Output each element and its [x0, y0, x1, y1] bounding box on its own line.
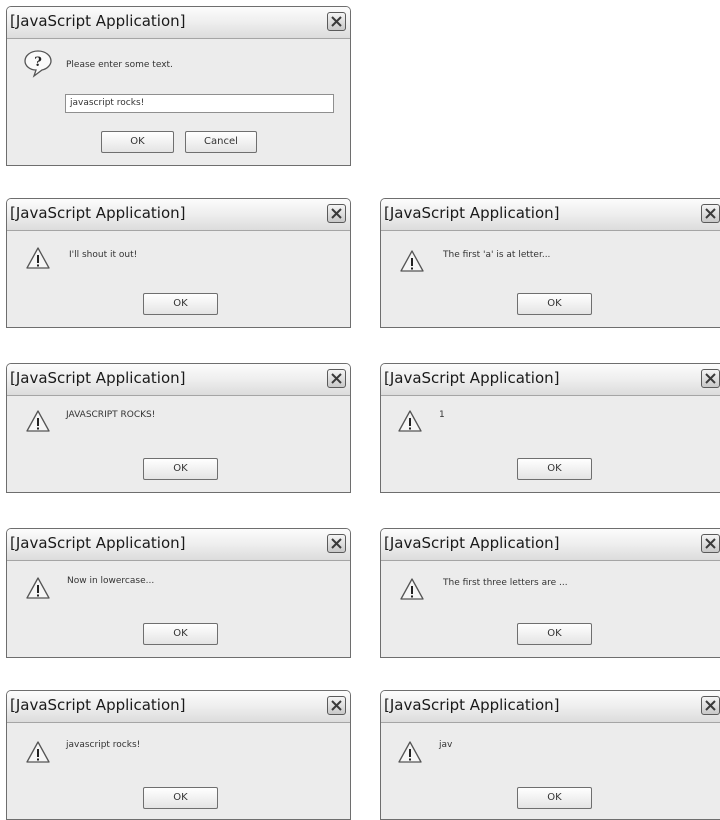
- close-button[interactable]: [701, 534, 720, 553]
- ok-button[interactable]: OK: [517, 623, 592, 645]
- question-speech-bubble-icon: ?: [24, 50, 52, 78]
- alert-message: The first 'a' is at letter...: [443, 250, 551, 260]
- dialog-titlebar[interactable]: [JavaScript Application]: [7, 691, 350, 723]
- warning-icon: [398, 741, 422, 763]
- prompt-dialog: [JavaScript Application] ? Please enter …: [6, 6, 351, 166]
- ok-button[interactable]: OK: [143, 458, 218, 480]
- dialog-title: [JavaScript Application]: [10, 12, 186, 30]
- dialog-title: [JavaScript Application]: [10, 204, 186, 222]
- dialog-titlebar[interactable]: [JavaScript Application]: [381, 364, 720, 396]
- warning-icon: [26, 410, 50, 432]
- dialog-title: [JavaScript Application]: [384, 204, 560, 222]
- close-icon: [331, 373, 342, 384]
- prompt-text-input[interactable]: javascript rocks!: [65, 94, 334, 113]
- close-button[interactable]: [327, 369, 346, 388]
- ok-button[interactable]: OK: [143, 623, 218, 645]
- ok-button[interactable]: OK: [517, 458, 592, 480]
- alert-dialog: [JavaScript Application] The first 'a' i…: [380, 198, 720, 328]
- svg-text:?: ?: [34, 55, 42, 70]
- alert-dialog: [JavaScript Application] Now in lowercas…: [6, 528, 351, 658]
- close-icon: [331, 700, 342, 711]
- alert-dialog: [JavaScript Application] I'll shout it o…: [6, 198, 351, 328]
- close-button[interactable]: [701, 204, 720, 223]
- alert-dialog: [JavaScript Application] JAVASCRIPT ROCK…: [6, 363, 351, 493]
- close-icon: [705, 700, 716, 711]
- dialog-title: [JavaScript Application]: [384, 696, 560, 714]
- close-icon: [705, 538, 716, 549]
- dialog-titlebar[interactable]: [JavaScript Application]: [381, 691, 720, 723]
- ok-button[interactable]: OK: [143, 293, 218, 315]
- close-button[interactable]: [327, 12, 346, 31]
- close-button[interactable]: [327, 696, 346, 715]
- close-button[interactable]: [327, 534, 346, 553]
- dialog-title: [JavaScript Application]: [384, 369, 560, 387]
- close-icon: [705, 373, 716, 384]
- alert-message: The first three letters are ...: [443, 578, 568, 588]
- alert-message: javascript rocks!: [66, 740, 141, 750]
- dialog-title: [JavaScript Application]: [10, 696, 186, 714]
- close-icon: [331, 208, 342, 219]
- close-button[interactable]: [701, 369, 720, 388]
- close-icon: [331, 538, 342, 549]
- alert-message: Now in lowercase...: [67, 576, 155, 586]
- close-icon: [705, 208, 716, 219]
- dialog-titlebar[interactable]: [JavaScript Application]: [381, 529, 720, 561]
- dialog-titlebar[interactable]: [JavaScript Application]: [7, 364, 350, 396]
- warning-icon: [26, 741, 50, 763]
- alert-message: 1: [439, 410, 445, 420]
- alert-message: jav: [439, 740, 453, 750]
- dialog-titlebar[interactable]: [JavaScript Application]: [7, 529, 350, 561]
- alert-dialog: [JavaScript Application] The first three…: [380, 528, 720, 658]
- prompt-message: Please enter some text.: [66, 60, 173, 70]
- dialog-title: [JavaScript Application]: [384, 534, 560, 552]
- alert-dialog: [JavaScript Application] jav OK: [380, 690, 720, 820]
- ok-button[interactable]: OK: [517, 787, 592, 809]
- warning-icon: [398, 410, 422, 432]
- ok-button[interactable]: OK: [143, 787, 218, 809]
- ok-button[interactable]: OK: [101, 131, 174, 153]
- dialog-title: [JavaScript Application]: [10, 534, 186, 552]
- dialog-titlebar[interactable]: [JavaScript Application]: [7, 7, 350, 39]
- ok-button[interactable]: OK: [517, 293, 592, 315]
- warning-icon: [400, 250, 424, 272]
- warning-icon: [26, 247, 50, 269]
- cancel-button[interactable]: Cancel: [185, 131, 257, 153]
- close-button[interactable]: [701, 696, 720, 715]
- close-icon: [331, 16, 342, 27]
- warning-icon: [400, 578, 424, 600]
- alert-message: I'll shout it out!: [69, 250, 138, 260]
- dialog-titlebar[interactable]: [JavaScript Application]: [7, 199, 350, 231]
- close-button[interactable]: [327, 204, 346, 223]
- alert-dialog: [JavaScript Application] 1 OK: [380, 363, 720, 493]
- alert-message: JAVASCRIPT ROCKS!: [66, 410, 156, 420]
- warning-icon: [26, 577, 50, 599]
- alert-dialog: [JavaScript Application] javascript rock…: [6, 690, 351, 820]
- dialog-title: [JavaScript Application]: [10, 369, 186, 387]
- dialog-titlebar[interactable]: [JavaScript Application]: [381, 199, 720, 231]
